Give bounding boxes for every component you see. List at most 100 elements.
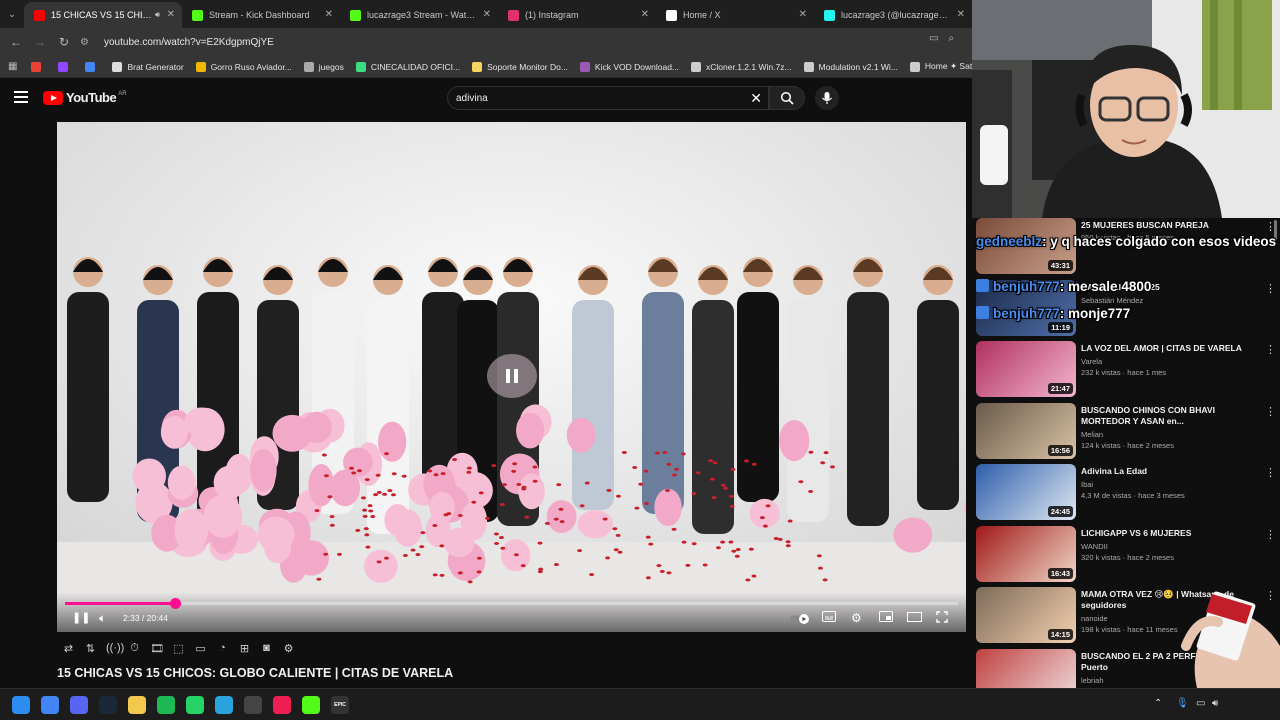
video-thumbnail[interactable]: 24:45: [976, 464, 1076, 520]
fullscreen-icon[interactable]: [936, 611, 948, 626]
autoplay-toggle[interactable]: [790, 613, 810, 627]
extension-settings-icon[interactable]: ⚙: [282, 642, 295, 655]
video-thumbnail[interactable]: 16:56: [976, 403, 1076, 459]
browser-tab[interactable]: Home / X ✕: [656, 2, 814, 28]
more-options-icon[interactable]: ⋮: [1265, 220, 1276, 233]
video-thumbnail[interactable]: 21:47: [976, 341, 1076, 397]
obs-icon[interactable]: [244, 696, 262, 714]
audio-icon[interactable]: ((·)): [106, 642, 124, 654]
video-thumbnail[interactable]: 16:43: [976, 526, 1076, 582]
youtube-logo[interactable]: YouTube AR: [43, 90, 127, 105]
search-button[interactable]: [769, 86, 805, 110]
tab-audio-icon[interactable]: 🔊︎: [155, 10, 160, 20]
tab-search-icon[interactable]: ⌄: [0, 0, 24, 28]
browser-tab[interactable]: lucazrage3 (@lucazrage3) está ✕: [814, 2, 972, 28]
timer-icon[interactable]: ◔: [216, 642, 229, 654]
speaker-icon[interactable]: 🔊︎: [1212, 698, 1218, 709]
epic-games-icon[interactable]: EPIC: [331, 696, 349, 714]
windows-start-icon[interactable]: [12, 696, 30, 714]
screenshot-icon[interactable]: ◙: [260, 642, 273, 654]
frame-icon[interactable]: ▭: [194, 642, 207, 655]
volume-icon[interactable]: 🔈︎: [99, 611, 106, 626]
search-input[interactable]: adivina ✕: [447, 86, 769, 110]
chrome-icon[interactable]: [41, 696, 59, 714]
recommended-title[interactable]: LA VOZ DEL AMOR | CITAS DE VARELA: [1081, 343, 1259, 354]
bookmark-item[interactable]: Gorro Ruso Aviador...: [195, 61, 292, 72]
close-tab-icon[interactable]: ✕: [167, 9, 175, 20]
recommended-video[interactable]: 16:43 LICHIGAPP VS 6 MUJERES WANDII 320 k v…: [976, 526, 1276, 584]
bookmark-item[interactable]: [31, 61, 46, 72]
apps-grid-icon[interactable]: ▦: [8, 61, 17, 72]
spotify-icon[interactable]: [157, 696, 175, 714]
recommended-video[interactable]: 16:56 BUSCANDO CHINOS CON BHAVI MORTEDOR …: [976, 403, 1276, 461]
more-options-icon[interactable]: ⋮: [1265, 405, 1276, 418]
menu-icon[interactable]: [14, 91, 28, 103]
channel-name[interactable]: WANDII: [1081, 542, 1259, 551]
subtitles-icon[interactable]: [822, 611, 836, 625]
bookmark-item[interactable]: Home ✦ Satvrn: [909, 61, 972, 72]
bookmark-item[interactable]: xCloner.1.2.1 Win.7z...: [691, 61, 792, 72]
settings-gear-icon[interactable]: ⚙: [851, 611, 862, 625]
bookmark-item[interactable]: Modulation v2.1 Wi...: [803, 61, 898, 72]
browser-tab[interactable]: (1) Instagram ✕: [498, 2, 656, 28]
bookmark-item[interactable]: [58, 61, 73, 72]
more-options-icon[interactable]: ⋮: [1265, 528, 1276, 541]
progress-bar[interactable]: [65, 598, 958, 609]
miniplayer-icon[interactable]: [879, 611, 893, 625]
bookmark-item[interactable]: [85, 61, 100, 72]
bookmark-item[interactable]: juegos: [303, 61, 344, 72]
back-arrow-icon[interactable]: ←: [4, 35, 28, 49]
recommended-video[interactable]: 21:47 LA VOZ DEL AMOR | CITAS DE VARELA Va…: [976, 341, 1276, 399]
close-tab-icon[interactable]: ✕: [799, 9, 807, 20]
tray-chevron-icon[interactable]: ⌃: [1154, 698, 1162, 709]
recommended-title[interactable]: BUSCANDO CHINOS CON BHAVI MORTEDOR Y ASA…: [1081, 405, 1259, 427]
voice-search-button[interactable]: [815, 86, 839, 110]
steam-icon[interactable]: [99, 696, 117, 714]
bookmark-item[interactable]: Kick VOD Download...: [579, 61, 679, 72]
site-info-icon[interactable]: ⚙: [80, 37, 94, 48]
clip-icon[interactable]: 🎞︎: [150, 642, 164, 655]
speed-icon[interactable]: ⏱: [128, 642, 141, 655]
bookmark-item[interactable]: Soporte Monitor Do...: [472, 61, 568, 72]
channel-name[interactable]: Sebastián Méndez: [1081, 296, 1259, 305]
telegram-icon[interactable]: [215, 696, 233, 714]
channel-name[interactable]: Varela: [1081, 357, 1259, 366]
video-thumbnail[interactable]: 14:15: [976, 587, 1076, 643]
center-pause-indicator[interactable]: [487, 354, 537, 398]
tiktok-icon[interactable]: [273, 696, 291, 714]
mic-tray-icon[interactable]: 🎙︎: [1176, 698, 1189, 709]
pause-icon[interactable]: ❚❚: [72, 611, 90, 624]
theater-mode-icon[interactable]: [907, 611, 922, 625]
close-tab-icon[interactable]: ✕: [483, 9, 491, 20]
browser-tab[interactable]: lucazrage3 Stream - Watch Live ✕: [340, 2, 498, 28]
clear-search-icon[interactable]: ✕: [750, 90, 762, 107]
reload-icon[interactable]: ↻: [52, 35, 76, 49]
sort-icon[interactable]: ⇅: [84, 642, 97, 655]
discord-icon[interactable]: [70, 696, 88, 714]
channel-name[interactable]: Ibai: [1081, 480, 1259, 489]
kick-icon[interactable]: [302, 696, 320, 714]
recommended-title[interactable]: Adivina La Edad: [1081, 466, 1259, 477]
install-app-icon[interactable]: ▭: [929, 33, 948, 44]
files-icon[interactable]: [128, 696, 146, 714]
network-icon[interactable]: ▭: [1196, 698, 1205, 709]
more-options-icon[interactable]: ⋮: [1265, 343, 1276, 356]
browser-tab[interactable]: 15 CHICAS VS 15 CHICOS: G🔊︎ ✕: [24, 2, 182, 28]
add-icon[interactable]: ⊞: [238, 642, 251, 655]
bookmark-item[interactable]: Brat Generator: [112, 61, 184, 72]
close-tab-icon[interactable]: ✕: [957, 9, 965, 20]
forward-arrow-icon[interactable]: →: [28, 35, 52, 49]
video-thumbnail[interactable]: [976, 649, 1076, 688]
address-bar[interactable]: ⚙ youtube.com/watch?v=E2KdgpmQjYE: [80, 31, 970, 53]
recommended-title[interactable]: LICHIGAPP VS 6 MUJERES: [1081, 528, 1259, 539]
recommended-video[interactable]: 24:45 Adivina La Edad Ibai 4,3 M de vistas …: [976, 464, 1276, 522]
recommended-title[interactable]: 25 MUJERES BUSCAN PAREJA: [1081, 220, 1259, 231]
whatsapp-icon[interactable]: [186, 696, 204, 714]
loop-icon[interactable]: ⇄: [62, 642, 75, 655]
close-tab-icon[interactable]: ✕: [325, 9, 333, 20]
more-options-icon[interactable]: ⋮: [1265, 282, 1276, 295]
more-options-icon[interactable]: ⋮: [1265, 466, 1276, 479]
close-tab-icon[interactable]: ✕: [641, 9, 649, 20]
bookmark-item[interactable]: CINECALIDAD OFICI...: [355, 61, 460, 72]
channel-name[interactable]: Melian: [1081, 430, 1259, 439]
